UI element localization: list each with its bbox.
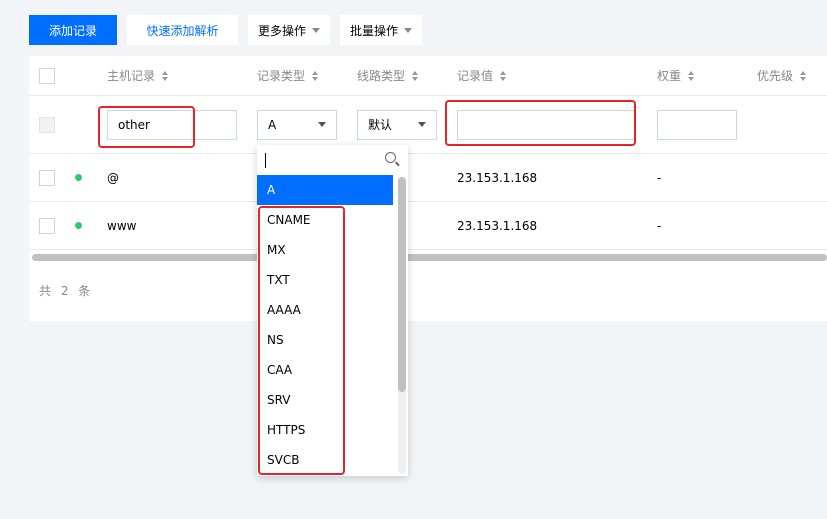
horizontal-scrollbar[interactable]	[32, 254, 827, 261]
value-cell: 23.153.1.168	[457, 170, 538, 185]
caret-down-icon	[404, 27, 413, 33]
batch-actions-label: 批量操作	[350, 23, 399, 38]
sort-icon[interactable]	[312, 70, 320, 81]
highlight-host-input	[98, 106, 195, 148]
quick-add-button[interactable]: 快速添加解析	[127, 15, 238, 45]
scrollbar-thumb[interactable]	[398, 177, 406, 392]
search-icon	[385, 152, 396, 163]
line-type-select[interactable]: 默认	[357, 109, 437, 140]
status-dot-icon	[75, 174, 82, 181]
weight-input[interactable]	[657, 109, 737, 140]
host-cell: @	[107, 170, 119, 185]
text-cursor	[265, 152, 266, 168]
host-cell: www	[107, 218, 137, 233]
records-table: 主机记录 记录类型 线路类型 记录值 权重 优先级 other A 默认 @ 2…	[29, 56, 827, 321]
table-row: www 23.153.1.168 -	[29, 202, 827, 250]
row-checkbox	[39, 116, 55, 133]
row-checkbox[interactable]	[39, 169, 55, 186]
batch-actions-dropdown[interactable]: 批量操作	[340, 15, 423, 45]
table-header: 主机记录 记录类型 线路类型 记录值 权重 优先级	[29, 56, 827, 96]
more-actions-label: 更多操作	[258, 23, 307, 38]
sort-icon[interactable]	[412, 70, 420, 81]
column-value[interactable]: 记录值	[457, 56, 508, 95]
column-line[interactable]: 线路类型	[357, 56, 420, 95]
more-actions-dropdown[interactable]: 更多操作	[248, 15, 331, 45]
option-a[interactable]: A	[257, 175, 393, 205]
total-count: 共 2 条	[39, 284, 94, 298]
sort-icon[interactable]	[162, 70, 170, 81]
highlight-type-options	[258, 206, 345, 475]
column-type[interactable]: 记录类型	[257, 56, 320, 95]
add-record-button[interactable]: 添加记录	[29, 15, 117, 45]
sort-icon[interactable]	[500, 70, 508, 81]
caret-down-icon	[418, 122, 426, 127]
vertical-scrollbar[interactable]	[398, 177, 406, 474]
table-row: @ 23.153.1.168 -	[29, 154, 827, 202]
dropdown-search-input[interactable]	[257, 145, 408, 175]
record-type-select[interactable]: A	[257, 109, 337, 140]
weight-cell: -	[657, 218, 662, 233]
select-all-checkbox[interactable]	[39, 67, 55, 84]
column-host[interactable]: 主机记录	[107, 56, 170, 95]
value-cell: 23.153.1.168	[457, 218, 538, 233]
caret-down-icon	[318, 122, 326, 127]
row-checkbox[interactable]	[39, 217, 55, 234]
column-priority[interactable]: 优先级	[757, 56, 808, 95]
weight-cell: -	[657, 170, 662, 185]
status-dot-icon	[75, 222, 82, 229]
sort-icon[interactable]	[800, 70, 808, 81]
sort-icon[interactable]	[688, 70, 696, 81]
highlight-record-value	[445, 100, 636, 146]
toolbar: 添加记录 快速添加解析 更多操作 批量操作	[29, 15, 423, 45]
caret-down-icon	[312, 27, 321, 33]
column-weight[interactable]: 权重	[657, 56, 696, 95]
